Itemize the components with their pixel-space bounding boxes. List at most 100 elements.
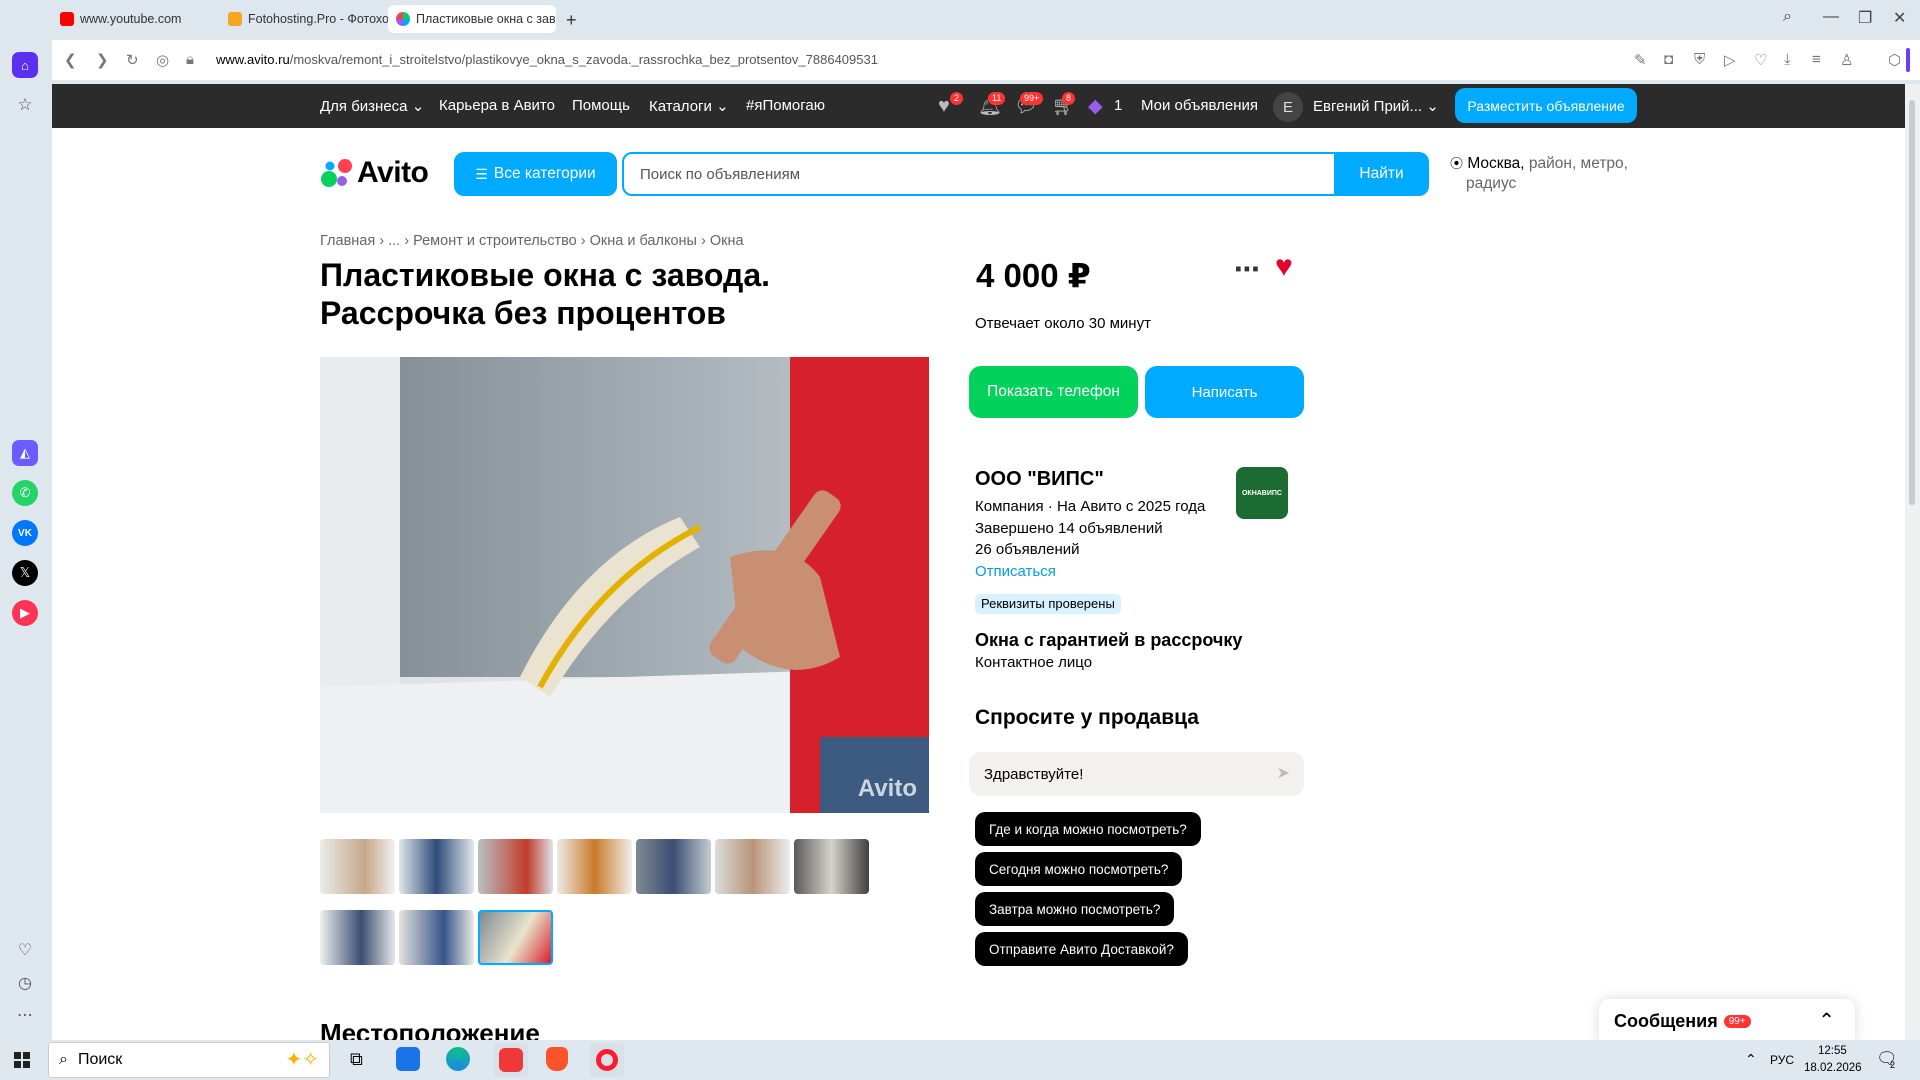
maximize-icon[interactable]: ❐ [1858, 8, 1872, 28]
unsubscribe-link[interactable]: Отписаться [975, 563, 1056, 580]
nav-help[interactable]: Помощь [572, 97, 630, 114]
ask-seller-input[interactable]: Здравствуйте! ➤ [969, 752, 1304, 796]
camera-icon[interactable]: ◘ [1664, 51, 1673, 68]
profile-icon[interactable]: ♙ [1840, 51, 1853, 69]
breadcrumb-windows[interactable]: Окна [710, 233, 744, 249]
response-time: Отвечает около 30 минут [975, 315, 1151, 332]
thumbnail[interactable] [636, 839, 711, 894]
opera-icon[interactable] [590, 1043, 624, 1077]
tab-youtube[interactable]: www.youtube.com [52, 5, 212, 33]
thumbnail-selected[interactable] [478, 910, 553, 965]
home-icon[interactable]: ⌂ [12, 52, 38, 78]
question-chip[interactable]: Где и когда можно посмотреть? [975, 812, 1201, 846]
shop-name[interactable]: Окна с гарантией в рассрочку [975, 630, 1242, 651]
heart-icon[interactable]: ♡ [1754, 51, 1767, 69]
thumbnail[interactable] [478, 839, 553, 894]
clock-date[interactable]: 18.02.2026 [1804, 1062, 1862, 1074]
avito-logo[interactable]: Avito [320, 156, 429, 190]
more-icon[interactable]: ⋯ [12, 1002, 38, 1028]
sidebar-toggle[interactable] [1906, 48, 1910, 72]
nav-for-business[interactable]: Для бизнеса ⌄ [320, 97, 424, 115]
windows-start-icon[interactable] [14, 1052, 30, 1068]
thumbnail[interactable] [399, 910, 474, 965]
messages-panel[interactable]: Сообщения 99+ ⌃ [1599, 999, 1855, 1040]
breadcrumb-repair[interactable]: Ремонт и строительство [413, 233, 577, 249]
edit-icon[interactable]: ✎ [1634, 51, 1647, 69]
vk-icon[interactable]: VK [12, 520, 38, 546]
back-icon[interactable]: ❮ [64, 51, 77, 69]
music-icon[interactable]: ▶ [12, 600, 38, 626]
reload-icon[interactable]: ↻ [126, 51, 139, 69]
lock-icon[interactable]: 🔒︎ [186, 51, 194, 68]
x-icon[interactable]: 𝕏 [12, 560, 38, 586]
brave-icon[interactable] [546, 1047, 568, 1071]
send-icon[interactable]: ➤ [1277, 763, 1290, 783]
more-options-icon[interactable]: ⋯ [1234, 254, 1260, 285]
seller-name[interactable]: ООО "ВИПС" [975, 468, 1104, 491]
play-icon[interactable]: ▷ [1724, 51, 1736, 69]
tray-chevron-icon[interactable]: ⌃ [1745, 1051, 1757, 1068]
thumbnail[interactable] [794, 839, 869, 894]
user-name[interactable]: Евгений Прий... ⌄ [1313, 97, 1439, 115]
question-chip[interactable]: Завтра можно посмотреть? [975, 892, 1175, 926]
favorite-heart-icon[interactable]: ♥ [1275, 250, 1293, 284]
minimize-icon[interactable]: — [1823, 8, 1839, 26]
new-tab-button[interactable]: + [566, 10, 577, 31]
nav-catalogs[interactable]: Каталоги ⌄ [649, 97, 729, 115]
tab-fotohosting[interactable]: Fotohosting.Pro - Фотохо [220, 5, 388, 33]
nav-career[interactable]: Карьера в Авито [439, 97, 555, 114]
forward-icon[interactable]: ❯ [96, 51, 109, 69]
thumbnail[interactable] [320, 839, 395, 894]
task-view-icon[interactable]: ⧉ [350, 1049, 363, 1070]
browser-sidebar: ⌂ ☆ ◭ ✆ VK 𝕏 ▶ ♡ ◷ ⋯ [0, 0, 52, 1040]
url-field[interactable]: www.avito.ru/moskva/remont_i_stroitelstv… [216, 52, 878, 67]
download-icon[interactable]: ⤓ [1784, 51, 1791, 68]
thumbnail[interactable] [557, 839, 632, 894]
search-button[interactable]: Найти [1334, 152, 1429, 196]
location-pin-icon: ◎ [156, 52, 170, 69]
star-icon[interactable]: ☆ [12, 92, 38, 118]
all-categories-button[interactable]: ☰ Все категории [454, 152, 617, 196]
list-icon[interactable]: ≡ [1812, 51, 1821, 68]
breadcrumb-home[interactable]: Главная [320, 233, 375, 249]
whatsapp-icon[interactable]: ✆ [12, 480, 38, 506]
main-photo[interactable]: Avito [320, 357, 929, 813]
breadcrumb-ellipsis[interactable]: ... [388, 233, 400, 249]
edge-icon[interactable] [446, 1047, 470, 1071]
shield-icon[interactable]: ⛨ [1694, 51, 1705, 68]
close-icon[interactable]: ✕ [1893, 8, 1906, 28]
history-icon[interactable]: ◷ [12, 970, 38, 996]
heart-icon[interactable]: ♡ [12, 937, 38, 963]
chevron-up-icon[interactable]: ⌃ [1818, 1008, 1835, 1033]
write-button[interactable]: Написать [1145, 366, 1304, 418]
scrollbar-thumb[interactable] [1909, 100, 1915, 505]
outlook-icon[interactable] [396, 1047, 420, 1071]
vivaldi-icon[interactable] [494, 1043, 528, 1077]
search-tabs-icon[interactable]: ⌕ [1783, 8, 1792, 26]
thumbnail[interactable] [320, 910, 395, 965]
aria-icon[interactable]: ◭ [12, 440, 38, 466]
post-ad-button[interactable]: Разместить объявление [1455, 88, 1637, 123]
nav-my-ads[interactable]: Мои объявления [1141, 97, 1258, 114]
thumbnail[interactable] [715, 839, 790, 894]
seller-ads-count[interactable]: 26 объявлений [975, 541, 1080, 558]
taskbar-search[interactable]: ⌕ Поиск ✦✧ [48, 1042, 330, 1078]
keyboard-language[interactable]: РУС [1770, 1053, 1794, 1067]
tab-avito[interactable]: Пластиковые окна с завод [388, 5, 556, 33]
seller-logo[interactable]: ОКНАВИПС [1236, 467, 1288, 519]
bonus-count: 1 [1114, 97, 1123, 114]
breadcrumb-windows-balconies[interactable]: Окна и балконы [590, 233, 697, 249]
nav-ya-pomogayu[interactable]: #яПомогаю [746, 97, 825, 114]
thumbnail[interactable] [399, 839, 474, 894]
avatar[interactable]: Е [1273, 92, 1303, 122]
search-input[interactable]: Поиск по объявлениям [622, 152, 1342, 196]
show-phone-button[interactable]: Показать телефон [969, 366, 1138, 418]
seller-completed[interactable]: Завершено 14 объявлений [975, 520, 1163, 537]
bonus-icon[interactable]: ◆ [1088, 95, 1103, 118]
clock-time[interactable]: 12:55 [1818, 1045, 1847, 1057]
location-selector[interactable]: ⦿ Москва, район, метро, радиус [1450, 154, 1628, 194]
favorites-icon[interactable]: ♥ [938, 95, 950, 118]
question-chip[interactable]: Сегодня можно посмотреть? [975, 852, 1183, 886]
cube-icon[interactable]: ⬡ [1888, 51, 1901, 69]
question-chip[interactable]: Отправите Авито Доставкой? [975, 932, 1188, 966]
